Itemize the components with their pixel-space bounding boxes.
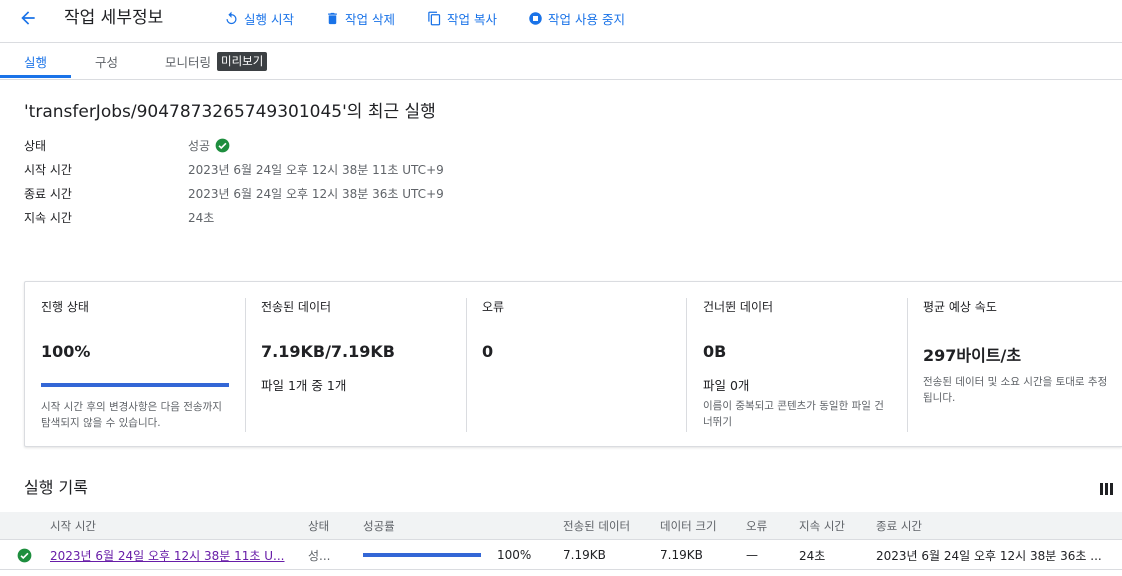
divider: [686, 298, 687, 432]
speed-note: 전송된 데이터 및 소요 시간을 토대로 추정됩니다.: [923, 376, 1108, 404]
speed-value: 297바이트/초: [923, 346, 1022, 365]
divider: [245, 298, 246, 432]
tab-runs[interactable]: 실행: [24, 43, 47, 79]
column-header[interactable]: 오류: [746, 512, 767, 540]
stat-skipped: 건너뛴 데이터 0B 파일 0개 이름이 중복되고 콘텐츠가 동일한 파일 건너…: [703, 298, 899, 432]
stat-transferred: 전송된 데이터 7.19KB/7.19KB 파일 1개 중 1개: [261, 298, 457, 432]
column-header[interactable]: 종료 시간: [876, 512, 922, 540]
row-start-time: 2023년 6월 24일 오후 12시 38분 11초 U...: [50, 540, 285, 570]
back-button[interactable]: [14, 6, 42, 30]
skipped-note: 이름이 중복되고 콘텐츠가 동일한 파일 건너뛰기: [703, 400, 884, 428]
disable-job-label: 작업 사용 중지: [548, 11, 625, 27]
column-header[interactable]: 지속 시간: [799, 512, 845, 540]
column-header[interactable]: 성공률: [363, 512, 395, 540]
delete-job-button[interactable]: 작업 삭제: [324, 9, 395, 27]
column-display-button[interactable]: [1100, 481, 1114, 495]
status-label: 상태: [24, 139, 47, 153]
top-bar: 작업 세부정보 실행 시작 작업 삭제 작업 복사 작업 사용 중지: [0, 0, 1122, 43]
history-title: 실행 기록: [24, 478, 88, 497]
success-rate-bar: [363, 553, 481, 557]
status-value: 성공: [188, 137, 230, 154]
delete-job-label: 작업 삭제: [345, 11, 395, 27]
start-time-value: 2023년 6월 24일 오후 12시 38분 11초 UTC+9: [188, 163, 444, 177]
check-circle-icon: [17, 548, 32, 562]
copy-job-button[interactable]: 작업 복사: [426, 9, 497, 27]
stop-icon: [527, 10, 543, 26]
row-status-icon: [17, 540, 32, 570]
row-transferred: 7.19KB: [563, 548, 606, 562]
duration-value: 24초: [188, 211, 215, 225]
column-header[interactable]: 시작 시간: [50, 512, 96, 540]
divider: [466, 298, 467, 432]
start-time-label: 시작 시간: [24, 163, 72, 177]
copy-job-label: 작업 복사: [447, 11, 497, 27]
speed-label: 평균 예상 속도: [923, 300, 997, 314]
progress-bar: [41, 383, 229, 387]
row-status: 성...: [308, 548, 331, 563]
transferred-label: 전송된 데이터: [261, 300, 332, 314]
tab-bar: 실행 구성 모니터링 미리보기: [0, 43, 1122, 80]
trash-icon: [324, 10, 340, 26]
stat-speed: 평균 예상 속도 297바이트/초 전송된 데이터 및 소요 시간을 토대로 추…: [923, 298, 1111, 432]
column-header[interactable]: 상태: [308, 512, 329, 540]
page-title: 작업 세부정보: [64, 8, 164, 28]
transferred-value: 7.19KB/7.19KB: [261, 342, 395, 361]
end-time-label: 종료 시간: [24, 187, 72, 201]
row-success-rate: 100%: [497, 548, 532, 562]
arrow-back-icon: [21, 11, 35, 25]
row-end-time: 2023년 6월 24일 오후 12시 38분 36초 ...: [876, 548, 1102, 563]
run-link[interactable]: 2023년 6월 24일 오후 12시 38분 11초 U...: [50, 547, 285, 564]
progress-note: 시작 시간 후의 변경사항은 다음 전송까지 탐색되지 않을 수 있습니다.: [41, 401, 222, 429]
stats-card: 진행 상태 100% 시작 시간 후의 변경사항은 다음 전송까지 탐색되지 않…: [24, 281, 1122, 447]
skipped-files: 파일 0개: [703, 378, 750, 393]
progress-value: 100%: [41, 342, 91, 361]
copy-icon: [426, 10, 442, 26]
progress-bar-fill: [41, 383, 229, 387]
table-row[interactable]: 2023년 6월 24일 오후 12시 38분 11초 U... 성... 10…: [0, 540, 1122, 570]
stat-progress: 진행 상태 100% 시작 시간 후의 변경사항은 다음 전송까지 탐색되지 않…: [41, 298, 237, 432]
active-tab-indicator: [0, 75, 71, 78]
row-data-size: 7.19KB: [660, 548, 703, 562]
tab-monitoring-label: 모니터링: [165, 54, 212, 70]
status-text: 성공: [188, 139, 211, 153]
skipped-value: 0B: [703, 342, 727, 361]
view-column-icon: [1100, 483, 1113, 495]
end-time-value: 2023년 6월 24일 오후 12시 38분 36초 UTC+9: [188, 187, 444, 201]
preview-badge: 미리보기: [217, 51, 268, 71]
divider: [907, 298, 908, 432]
start-run-label: 실행 시작: [244, 11, 294, 27]
errors-label: 오류: [482, 300, 505, 314]
column-header[interactable]: 데이터 크기: [660, 512, 717, 540]
table-header: 시작 시간 상태 성공률 전송된 데이터 데이터 크기 오류 지속 시간 종료 …: [0, 512, 1122, 540]
errors-value: 0: [482, 342, 494, 361]
transferred-files: 파일 1개 중 1개: [261, 378, 347, 393]
start-run-button[interactable]: 실행 시작: [223, 9, 294, 27]
stat-errors: 오류 0: [482, 298, 678, 432]
row-duration: 24초: [799, 548, 826, 563]
skipped-label: 건너뛴 데이터: [703, 300, 774, 314]
refresh-icon: [223, 10, 239, 26]
tab-monitoring[interactable]: 모니터링 미리보기: [165, 43, 268, 79]
progress-label: 진행 상태: [41, 300, 89, 314]
run-title: 'transferJobs/9047873265749301045'의 최근 실…: [24, 102, 436, 122]
column-header[interactable]: 전송된 데이터: [563, 512, 630, 540]
tab-configuration[interactable]: 구성: [95, 43, 118, 79]
row-errors: —: [746, 548, 758, 562]
check-circle-icon: [215, 138, 230, 153]
duration-label: 지속 시간: [24, 211, 72, 225]
disable-job-button[interactable]: 작업 사용 중지: [527, 9, 625, 27]
